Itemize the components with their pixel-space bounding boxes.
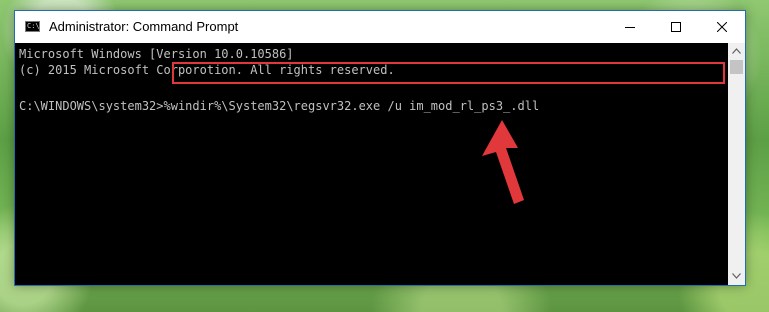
command-prompt-icon[interactable]: C:\ xyxy=(25,21,40,32)
maximize-icon xyxy=(671,22,681,32)
scroll-up-button[interactable] xyxy=(728,43,745,60)
close-button[interactable] xyxy=(699,11,745,43)
chevron-down-icon xyxy=(732,273,741,279)
maximize-button[interactable] xyxy=(653,11,699,43)
close-icon xyxy=(717,22,727,32)
console-command-line[interactable]: C:\WINDOWS\system32>%windir%\System32\re… xyxy=(19,98,539,114)
minimize-icon xyxy=(625,27,635,28)
command-prompt-window[interactable]: C:\ Administrator: Command Prompt Micros… xyxy=(14,10,746,286)
console-line-version: Microsoft Windows [Version 10.0.10586] xyxy=(19,47,294,61)
vertical-scrollbar[interactable] xyxy=(728,43,745,285)
chevron-up-icon xyxy=(732,48,741,54)
title-bar[interactable]: C:\ Administrator: Command Prompt xyxy=(15,11,745,43)
command-highlight-box xyxy=(172,62,725,84)
window-title: Administrator: Command Prompt xyxy=(49,19,239,34)
scroll-thumb[interactable] xyxy=(730,60,743,74)
console-command[interactable]: %windir%\System32\regsvr32.exe /u im_mod… xyxy=(164,99,540,113)
scroll-down-button[interactable] xyxy=(728,268,745,285)
console-prompt: C:\WINDOWS\system32> xyxy=(19,99,164,113)
pointer-arrow-icon xyxy=(482,120,524,204)
minimize-button[interactable] xyxy=(607,11,653,43)
